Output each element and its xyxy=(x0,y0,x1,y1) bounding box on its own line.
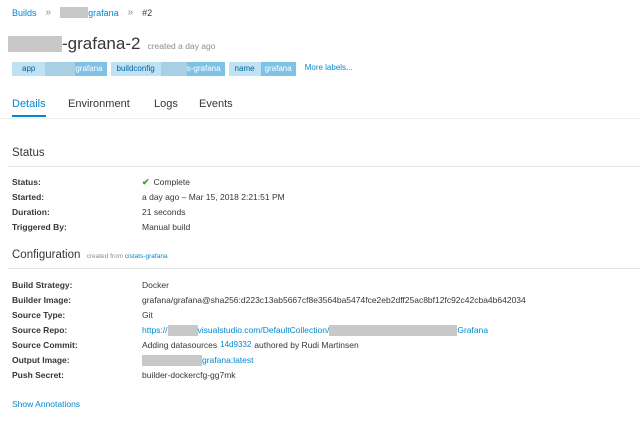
show-annotations-link[interactable]: Show Annotations xyxy=(12,399,80,409)
label-key: app xyxy=(12,62,46,76)
created-from-prefix: created from xyxy=(86,253,124,260)
duration-label: Duration: xyxy=(12,207,50,217)
output-image-suffix[interactable]: grafana:latest xyxy=(202,353,254,367)
build-strategy-value: Docker xyxy=(142,280,169,290)
redacted-block xyxy=(167,324,198,336)
label-value: s-grafana xyxy=(160,62,225,76)
source-type-value: Git xyxy=(142,310,153,320)
builder-image-value: grafana/grafana@sha256:d223c13ab5667cf8e… xyxy=(142,295,526,305)
duration-value: 21 seconds xyxy=(142,207,186,217)
page-title: -grafana-2 created a day ago xyxy=(8,34,216,54)
label-value: grafana xyxy=(260,62,296,76)
source-repo-label: Source Repo: xyxy=(12,325,68,335)
label-value-text: grafana xyxy=(75,64,103,73)
redacted-block xyxy=(45,62,76,76)
redacted-block xyxy=(142,354,202,366)
started-label: Started: xyxy=(12,192,45,202)
breadcrumb-current: #2 xyxy=(142,7,153,18)
label-buildconfig[interactable]: buildconfig s-grafana xyxy=(110,62,225,76)
status-value: ✔ Complete xyxy=(142,175,190,189)
divider xyxy=(8,166,640,167)
status-section-title: Status xyxy=(12,147,45,159)
labels-row: app grafana buildconfig s-grafana name g… xyxy=(12,62,353,76)
breadcrumb-buildconfig-link[interactable]: grafana xyxy=(60,7,119,18)
breadcrumb-builds-link[interactable]: Builds xyxy=(12,8,37,18)
tab-bar: Details Environment Logs Events xyxy=(0,96,640,119)
status-label: Status: xyxy=(12,177,41,187)
configuration-section-title: Configuration created from cistats-grafa… xyxy=(12,249,168,261)
label-value-text: s-grafana xyxy=(186,64,221,73)
source-repo-link[interactable]: https:// visualstudio.com/DefaultCollect… xyxy=(142,323,488,337)
label-name[interactable]: name grafana xyxy=(228,62,296,76)
source-repo-middle[interactable]: visualstudio.com/DefaultCollection/ xyxy=(198,323,330,337)
output-image-link[interactable]: grafana:latest xyxy=(142,353,254,367)
label-value: grafana xyxy=(45,62,107,76)
triggered-by-label: Triggered By: xyxy=(12,222,67,232)
commit-author: authored by Rudi Martinsen xyxy=(254,340,359,350)
push-secret-label: Push Secret: xyxy=(12,370,64,380)
more-labels-link[interactable]: More labels... xyxy=(305,63,353,72)
builder-image-label: Builder Image: xyxy=(12,295,72,305)
build-strategy-label: Build Strategy: xyxy=(12,280,73,290)
divider xyxy=(8,268,640,269)
label-value-text: grafana xyxy=(264,64,292,73)
label-key: name xyxy=(228,62,261,76)
started-value: a day ago – Mar 15, 2018 2:21:51 PM xyxy=(142,192,285,202)
redacted-block xyxy=(160,62,187,76)
push-secret-value: builder-dockercfg-gg7mk xyxy=(142,370,236,380)
created-timestamp: created a day ago xyxy=(147,41,216,51)
check-icon: ✔ xyxy=(142,177,150,187)
tab-events[interactable]: Events xyxy=(199,98,233,110)
source-commit-value: Adding datasources 14d9332 authored by R… xyxy=(142,338,359,352)
redacted-block xyxy=(329,324,458,336)
source-repo-prefix[interactable]: https:// xyxy=(142,323,168,337)
output-image-label: Output Image: xyxy=(12,355,70,365)
breadcrumb-separator: » xyxy=(45,7,52,18)
created-from-link[interactable]: cistats-grafana xyxy=(125,253,168,260)
build-name: -grafana-2 xyxy=(62,34,141,53)
commit-message: Adding datasources xyxy=(142,340,218,350)
triggered-by-value: Manual build xyxy=(142,222,191,232)
label-app[interactable]: app grafana xyxy=(12,62,107,76)
created-from: created from cistats-grafana xyxy=(87,253,168,260)
configuration-title-text: Configuration xyxy=(12,249,81,261)
tab-details[interactable]: Details xyxy=(12,98,46,117)
redacted-block xyxy=(60,7,89,18)
commit-hash-link[interactable]: 14d9332 xyxy=(220,338,251,352)
breadcrumb-separator: » xyxy=(127,7,134,18)
source-commit-label: Source Commit: xyxy=(12,340,78,350)
source-repo-suffix[interactable]: Grafana xyxy=(457,323,488,337)
source-type-label: Source Type: xyxy=(12,310,66,320)
tab-environment[interactable]: Environment xyxy=(68,98,130,110)
redacted-block xyxy=(8,36,62,52)
breadcrumb: Builds » grafana » #2 xyxy=(12,7,152,18)
label-key: buildconfig xyxy=(110,62,161,76)
tab-logs[interactable]: Logs xyxy=(154,98,178,110)
breadcrumb-buildconfig-label[interactable]: grafana xyxy=(88,8,119,18)
status-value-text: Complete xyxy=(153,177,190,187)
